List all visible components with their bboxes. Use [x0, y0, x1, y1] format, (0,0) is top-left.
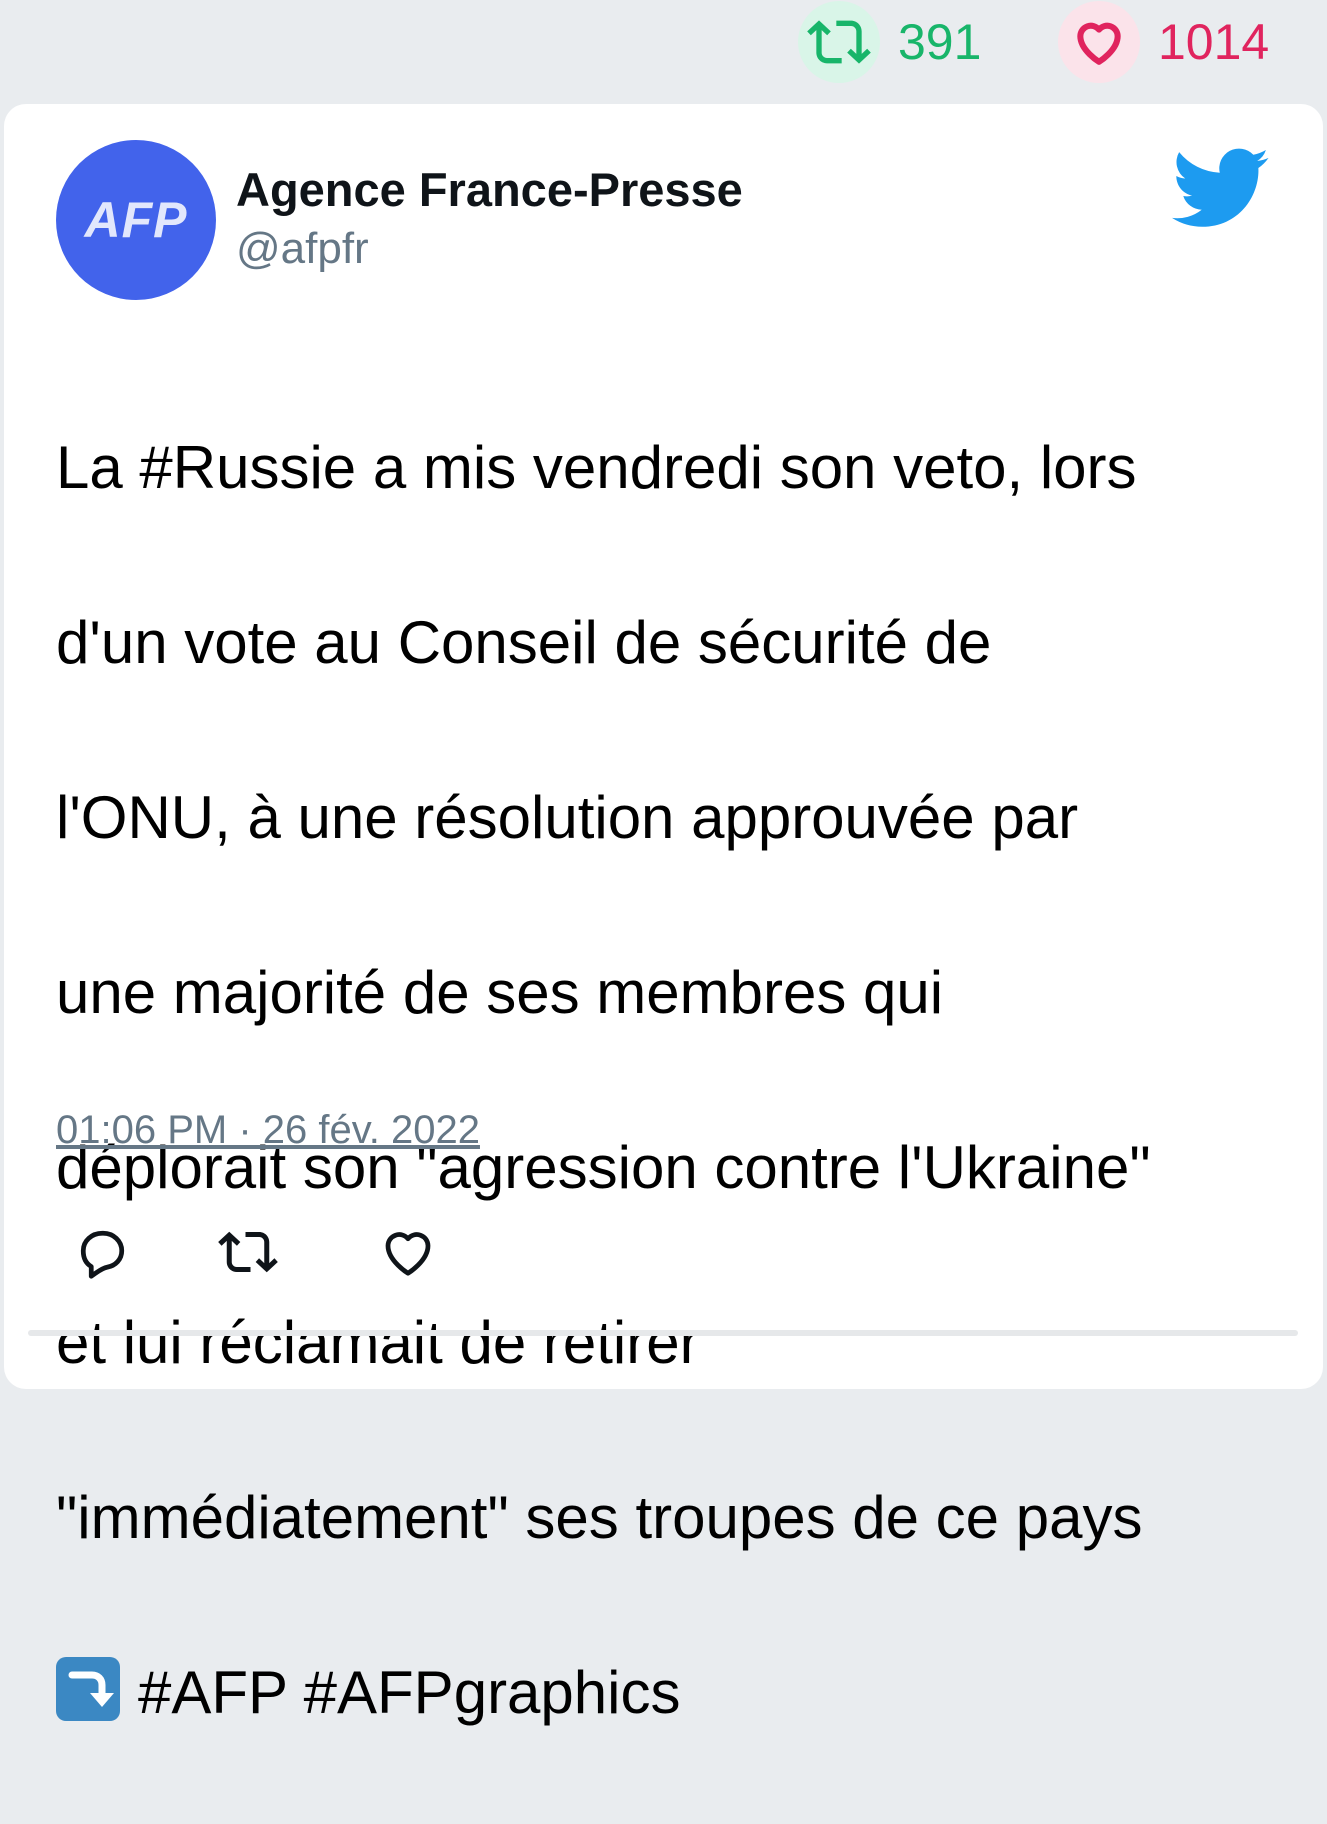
tweet-line: "immédiatement" ses troupes de ce pays	[56, 1483, 1143, 1551]
tweet-line: une majorité de ses membres qui	[56, 958, 944, 1026]
avatar[interactable]: AFP	[56, 140, 216, 300]
engagement-stats: 391 1014	[0, 0, 1327, 88]
like-count-stat[interactable]: 1014	[1058, 0, 1269, 84]
retweet-stat-icon	[798, 1, 880, 83]
tweet-timestamp-link[interactable]: 01:06 PM · 26 fév. 2022	[56, 1108, 480, 1153]
heart-stat-icon	[1058, 1, 1140, 83]
tweet-line: La #Russie a mis vendredi son veto, lors	[56, 433, 1137, 501]
retweet-icon[interactable]	[218, 1222, 278, 1282]
arrow-down-right-emoji-icon	[56, 1656, 120, 1721]
divider	[28, 1330, 1298, 1336]
avatar-logo-text: AFP	[84, 192, 188, 248]
reply-icon[interactable]	[72, 1222, 132, 1282]
tweet-line: l'ONU, à une résolution approuvée par	[56, 783, 1079, 851]
author-name[interactable]: Agence France-Presse	[236, 162, 743, 217]
retweet-count-stat[interactable]: 391	[798, 0, 981, 84]
author-handle[interactable]: @afpfr	[236, 224, 369, 274]
tweet-last-line: #AFP #AFPgraphics	[56, 1649, 1296, 1737]
like-count: 1014	[1158, 14, 1270, 70]
tweet-line: et lui réclamait de retirer	[56, 1308, 700, 1376]
hashtags[interactable]: #AFP #AFPgraphics	[138, 1659, 681, 1726]
tweet-actions	[56, 1222, 556, 1286]
twitter-bird-icon[interactable]	[1172, 148, 1270, 230]
retweet-count: 391	[898, 14, 982, 70]
tweet-text: La #Russie a mis vendredi son veto, lors…	[56, 336, 1296, 1824]
heart-icon[interactable]	[378, 1222, 438, 1282]
tweet-card: AFP Agence France-Presse @afpfr La #Russ…	[4, 104, 1323, 1726]
tweet-line: d'un vote au Conseil de sécurité de	[56, 608, 992, 676]
